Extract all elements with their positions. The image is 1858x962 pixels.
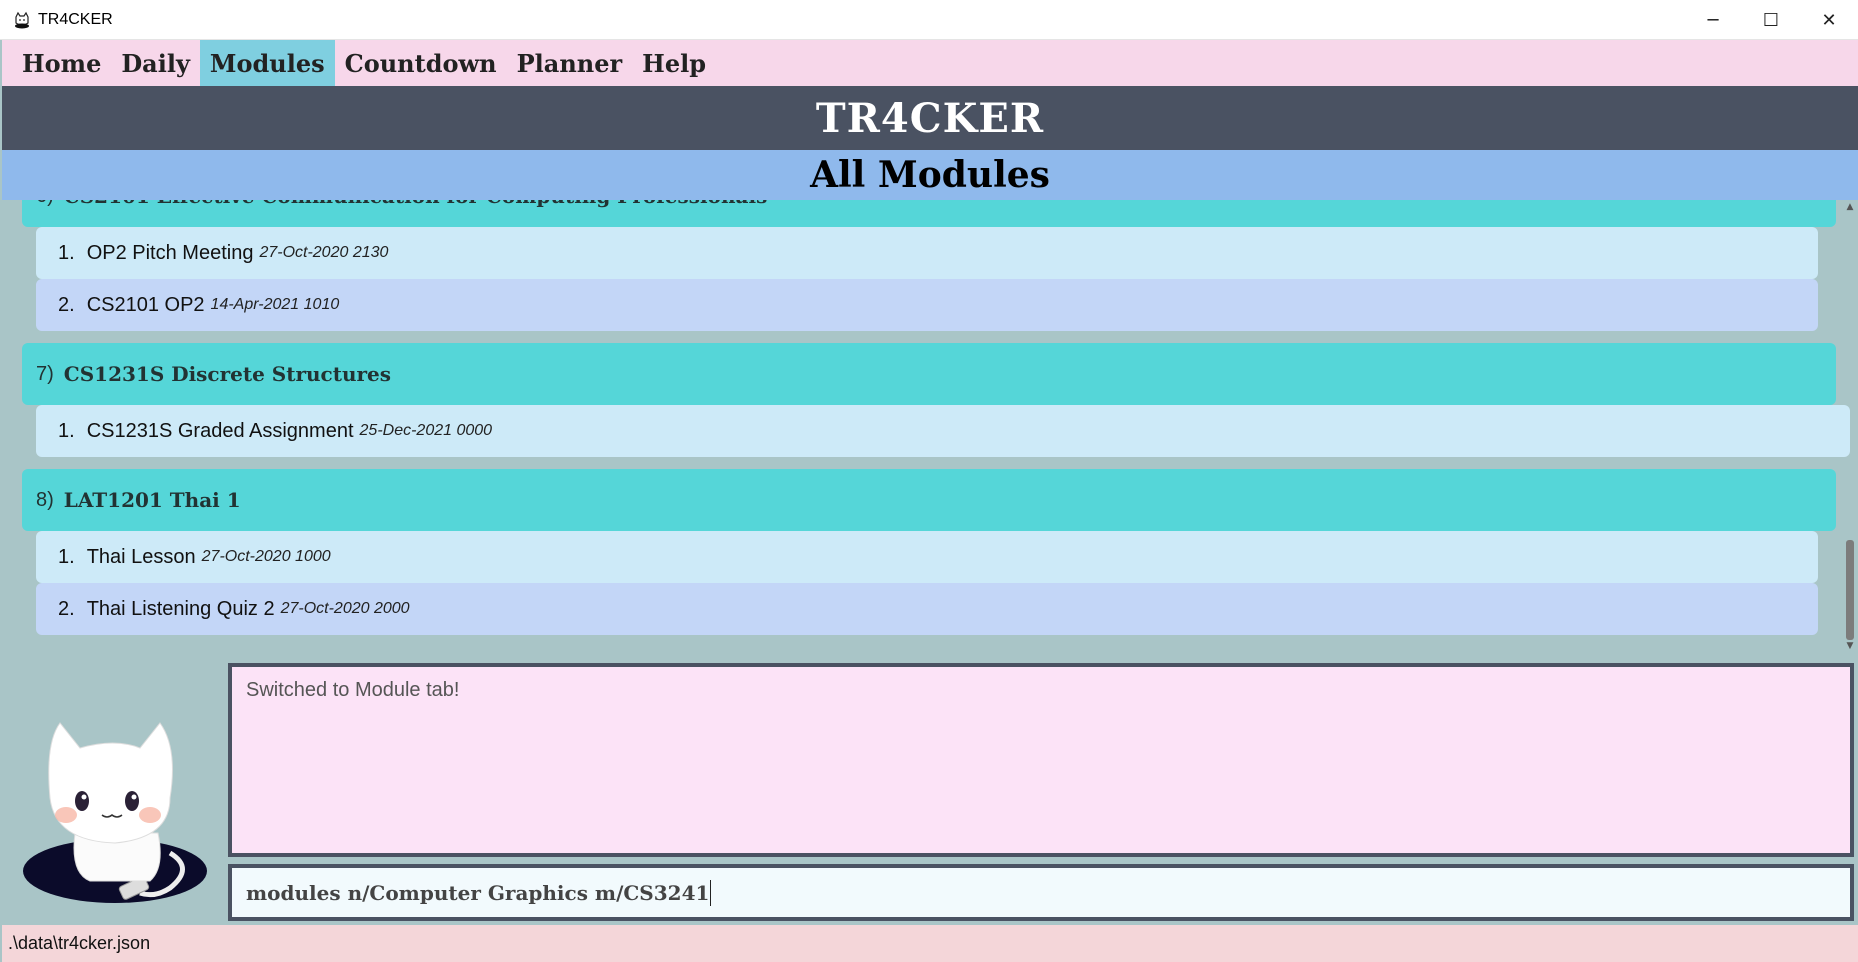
menu-item-help[interactable]: Help	[632, 40, 716, 86]
module-card: 6) CS2101 Effective Communication for Co…	[22, 200, 1836, 331]
task-name: CS1231S Graded Assignment	[86, 419, 354, 442]
task-date: 14-Apr-2021 1010	[210, 296, 340, 313]
module-card: 7) CS1231S Discrete Structures 1. CS1231…	[22, 343, 1850, 457]
scroll-thumb[interactable]	[1846, 540, 1854, 640]
module-name: CS1231S Discrete Structures	[63, 362, 392, 386]
menu-item-daily[interactable]: Daily	[111, 40, 200, 86]
task-name: CS2101 OP2	[86, 293, 205, 316]
page-title: All Modules	[810, 154, 1050, 196]
task-date: 27-Oct-2020 2130	[259, 244, 389, 261]
task-row[interactable]: 1. OP2 Pitch Meeting 27-Oct-2020 2130	[36, 227, 1818, 279]
task-name: OP2 Pitch Meeting	[86, 241, 254, 264]
module-header[interactable]: 8) LAT1201 Thai 1	[22, 469, 1836, 531]
command-input[interactable]: modules n/Computer Graphics m/CS3241	[228, 864, 1854, 921]
task-row[interactable]: 1. Thai Lesson 27-Oct-2020 1000	[36, 531, 1818, 583]
module-list-content: 6) CS2101 Effective Communication for Co…	[2, 200, 1850, 635]
app-header: TR4CKER	[2, 86, 1858, 150]
task-name: Thai Lesson	[86, 545, 196, 568]
task-index: 2.	[58, 597, 75, 620]
window-titlebar: TR4CKER ─ ☐ ✕	[0, 0, 1858, 40]
minimize-button[interactable]: ─	[1684, 0, 1742, 40]
menu-item-home[interactable]: Home	[12, 40, 111, 86]
app-cat-icon	[12, 10, 32, 30]
module-card: 8) LAT1201 Thai 1 1. Thai Lesson 27-Oct-…	[22, 469, 1836, 635]
menu-item-modules[interactable]: Modules	[199, 40, 335, 86]
task-index: 1.	[58, 241, 75, 264]
scrollbar[interactable]: ▲ ▼	[1842, 200, 1858, 655]
module-index: 7)	[36, 362, 54, 385]
cat-mascot-icon	[20, 703, 210, 903]
result-message: Switched to Module tab!	[246, 679, 460, 701]
result-display: Switched to Module tab!	[228, 663, 1854, 857]
window-controls: ─ ☐ ✕	[1684, 0, 1858, 40]
maximize-button[interactable]: ☐	[1742, 0, 1800, 40]
task-date: 25-Dec-2021 0000	[359, 422, 493, 439]
close-button[interactable]: ✕	[1800, 0, 1858, 40]
status-bar: .\data\tr4cker.json	[2, 925, 1858, 962]
scroll-up-arrow-icon[interactable]: ▲	[1844, 202, 1856, 214]
status-file-path: .\data\tr4cker.json	[8, 933, 151, 953]
menu-bar: Home Daily Modules Countdown Planner Hel…	[2, 40, 1858, 86]
task-row[interactable]: 2. Thai Listening Quiz 2 27-Oct-2020 200…	[36, 583, 1818, 635]
task-name: Thai Listening Quiz 2	[86, 597, 275, 620]
module-name: LAT1201 Thai 1	[63, 488, 241, 512]
task-index: 1.	[58, 545, 75, 568]
bottom-panel: Switched to Module tab! modules n/Comput…	[2, 655, 1858, 925]
scroll-down-arrow-icon[interactable]: ▼	[1844, 641, 1856, 653]
app-header-title: TR4CKER	[815, 94, 1045, 142]
module-header[interactable]: 6) CS2101 Effective Communication for Co…	[22, 200, 1836, 227]
module-name: CS2101 Effective Communication for Compu…	[64, 200, 768, 208]
module-index: 8)	[36, 488, 54, 511]
task-index: 1.	[58, 419, 75, 442]
module-index: 6)	[36, 200, 54, 208]
page-subheader: All Modules	[2, 150, 1858, 200]
menu-item-planner[interactable]: Planner	[507, 40, 633, 86]
menu-item-countdown[interactable]: Countdown	[335, 40, 507, 86]
task-row[interactable]: 1. CS1231S Graded Assignment 25-Dec-2021…	[36, 405, 1850, 457]
task-date: 27-Oct-2020 2000	[280, 600, 410, 617]
command-text: modules n/Computer Graphics m/CS3241	[246, 880, 710, 905]
module-header[interactable]: 7) CS1231S Discrete Structures	[22, 343, 1836, 405]
text-caret	[710, 879, 712, 906]
task-date: 27-Oct-2020 1000	[201, 548, 331, 565]
task-index: 2.	[58, 293, 75, 316]
window-title: TR4CKER	[38, 10, 113, 28]
task-row[interactable]: 2. CS2101 OP2 14-Apr-2021 1010	[36, 279, 1818, 331]
module-list[interactable]: 6) CS2101 Effective Communication for Co…	[2, 200, 1858, 655]
